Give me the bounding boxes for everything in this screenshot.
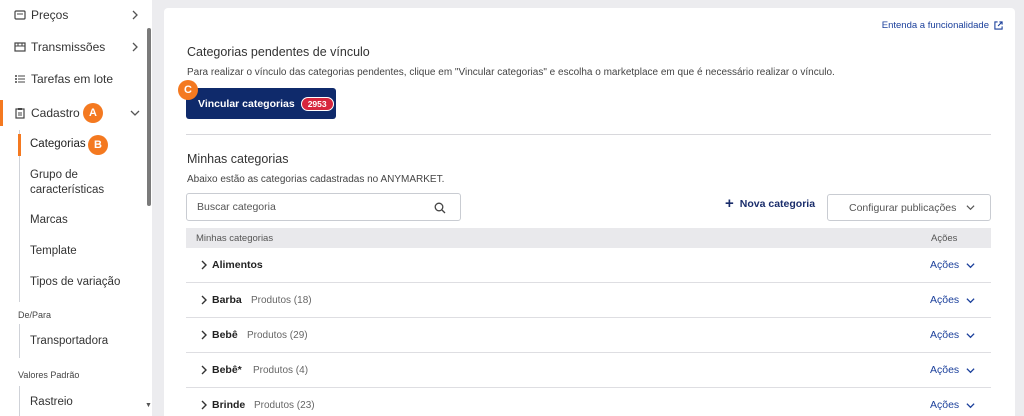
- clipboard-icon: [15, 108, 25, 119]
- actions-label: Ações: [930, 329, 960, 341]
- submenu-item-grupo[interactable]: Grupo de características: [30, 168, 140, 198]
- help-link-label: Entenda a funcionalidade: [881, 20, 989, 31]
- row-count: Produtos (29): [247, 330, 308, 341]
- nav-label: Preços: [31, 8, 69, 22]
- row-name: Barba: [212, 294, 242, 306]
- actions-label: Ações: [930, 294, 960, 306]
- row-count: Produtos (4): [253, 365, 309, 376]
- row-name: Alimentos: [212, 259, 263, 271]
- table-row[interactable]: Bebê* Produtos (4) Ações: [186, 353, 991, 388]
- chevron-right-icon: [132, 10, 138, 20]
- table-header: Minhas categorias Ações: [186, 228, 991, 248]
- submenu-item-transportadora[interactable]: Transportadora: [30, 334, 108, 349]
- help-link[interactable]: Entenda a funcionalidade: [882, 20, 1003, 31]
- row-name: Brinde: [212, 399, 246, 411]
- mine-description: Abaixo estão as categorias cadastradas n…: [187, 174, 445, 185]
- broadcast-icon: [14, 42, 26, 52]
- actions-label: Ações: [930, 259, 960, 271]
- nav-item-precos[interactable]: Preços: [0, 1, 152, 29]
- expand-chevron-icon[interactable]: [200, 260, 208, 270]
- search-input[interactable]: Buscar categoria: [186, 193, 461, 221]
- chevron-down-icon: [966, 332, 975, 338]
- actions-label: Ações: [930, 399, 960, 411]
- sidebar-scrollbar[interactable]: [147, 28, 151, 206]
- chevron-down-icon: [966, 262, 975, 268]
- table-row[interactable]: Brinde Produtos (23) Ações: [186, 388, 991, 416]
- config-label: Configurar publicações: [849, 201, 957, 214]
- nova-categoria-button[interactable]: + Nova categoria: [725, 195, 816, 212]
- expand-chevron-icon[interactable]: [200, 365, 208, 375]
- callout-badge-c: C: [178, 80, 198, 100]
- vincular-categorias-button[interactable]: Vincular categorias 2953: [186, 88, 336, 119]
- chevron-down-icon: [966, 367, 975, 373]
- nav-label: Cadastro: [31, 106, 80, 120]
- callout-badge-a: A: [83, 103, 103, 123]
- divider: [186, 134, 991, 135]
- chevron-down-icon: [966, 402, 975, 408]
- main-panel: Entenda a funcionalidade Categorias pend…: [164, 8, 1015, 416]
- search-icon[interactable]: [434, 202, 446, 214]
- submenu-item-marcas[interactable]: Marcas: [30, 213, 68, 228]
- chevron-down-icon: [130, 110, 140, 116]
- scroll-down-icon[interactable]: ▼: [145, 402, 152, 409]
- configurar-publicacoes-button[interactable]: Configurar publicações: [827, 194, 991, 221]
- nav-item-tarefas[interactable]: Tarefas em lote: [0, 65, 152, 93]
- plus-icon: +: [725, 195, 734, 212]
- submenu-item-rastreio[interactable]: Rastreio: [30, 395, 73, 410]
- chevron-down-icon: [966, 297, 975, 303]
- expand-chevron-icon[interactable]: [200, 330, 208, 340]
- pending-title: Categorias pendentes de vínculo: [187, 45, 370, 59]
- table-row[interactable]: Barba Produtos (18) Ações: [186, 283, 991, 318]
- expand-chevron-icon[interactable]: [200, 400, 208, 410]
- external-link-icon: [994, 21, 1003, 30]
- row-actions-dropdown[interactable]: Ações: [930, 364, 975, 376]
- submenu-item-tipos-variacao[interactable]: Tipos de variação: [30, 275, 120, 290]
- row-name: Bebê*: [212, 364, 242, 376]
- mine-title: Minhas categorias: [187, 152, 289, 166]
- nav-label: Transmissões: [31, 40, 106, 54]
- nav-item-cadastro[interactable]: Cadastro: [0, 99, 152, 127]
- expand-chevron-icon[interactable]: [200, 295, 208, 305]
- list-icon: [15, 75, 25, 83]
- submenu-item-categorias[interactable]: Categorias: [30, 137, 86, 152]
- row-actions-dropdown[interactable]: Ações: [930, 329, 975, 341]
- nav-label: Tarefas em lote: [31, 72, 114, 86]
- pending-count-badge: 2953: [300, 96, 334, 111]
- nova-categoria-label: Nova categoria: [739, 198, 816, 210]
- price-tag-icon: [14, 10, 26, 20]
- submenu-line: [19, 386, 20, 416]
- row-actions-dropdown[interactable]: Ações: [930, 294, 975, 306]
- section-label-depara: De/Para: [18, 310, 52, 320]
- search-placeholder: Buscar categoria: [197, 201, 276, 213]
- nav-item-transmissoes[interactable]: Transmissões: [0, 33, 152, 61]
- chevron-right-icon: [132, 42, 138, 52]
- submenu-item-template[interactable]: Template: [30, 244, 77, 259]
- section-label-valores-padrao: Valores Padrão: [18, 370, 80, 380]
- submenu-line: [19, 324, 20, 358]
- vincular-label: Vincular categorias: [198, 97, 295, 110]
- row-count: Produtos (18): [251, 295, 312, 306]
- col-header-actions: Ações: [931, 233, 958, 244]
- pending-description: Para realizar o vínculo das categorias p…: [187, 67, 835, 78]
- callout-badge-b: B: [88, 135, 108, 155]
- row-actions-dropdown[interactable]: Ações: [930, 259, 975, 271]
- chevron-down-icon: [966, 205, 975, 211]
- row-actions-dropdown[interactable]: Ações: [930, 399, 975, 411]
- col-header-name: Minhas categorias: [196, 233, 274, 244]
- sidebar: Preços Transmissões Tarefas em lote Cada…: [0, 0, 152, 416]
- row-count: Produtos (23): [254, 400, 315, 411]
- submenu-active-indicator: [18, 134, 21, 156]
- actions-label: Ações: [930, 364, 960, 376]
- table-row[interactable]: Bebê Produtos (29) Ações: [186, 318, 991, 353]
- row-name: Bebê: [212, 329, 238, 341]
- table-row[interactable]: Alimentos Ações: [186, 248, 991, 283]
